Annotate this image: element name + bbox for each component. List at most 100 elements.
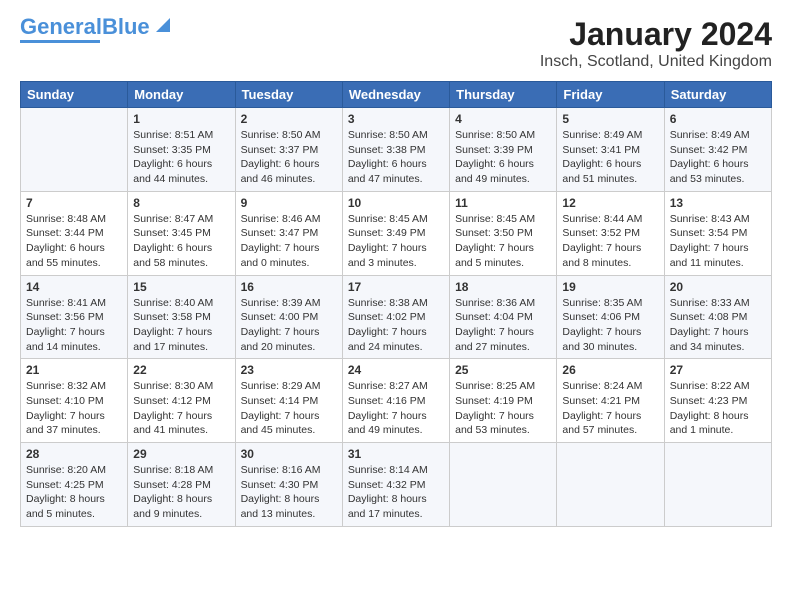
- day-number: 31: [348, 447, 444, 461]
- calendar-table: SundayMondayTuesdayWednesdayThursdayFrid…: [20, 81, 772, 527]
- calendar-week-row: 21 Sunrise: 8:32 AM Sunset: 4:10 PM Dayli…: [21, 359, 772, 443]
- day-info: Sunrise: 8:29 AM Sunset: 4:14 PM Dayligh…: [241, 379, 337, 438]
- calendar-cell: 31 Sunrise: 8:14 AM Sunset: 4:32 PM Dayli…: [342, 443, 449, 527]
- day-number: 15: [133, 280, 229, 294]
- calendar-cell: [557, 443, 664, 527]
- day-info: Sunrise: 8:47 AM Sunset: 3:45 PM Dayligh…: [133, 212, 229, 271]
- logo-line: [20, 40, 100, 43]
- day-info: Sunrise: 8:20 AM Sunset: 4:25 PM Dayligh…: [26, 463, 122, 522]
- calendar-cell: 23 Sunrise: 8:29 AM Sunset: 4:14 PM Dayli…: [235, 359, 342, 443]
- day-info: Sunrise: 8:24 AM Sunset: 4:21 PM Dayligh…: [562, 379, 658, 438]
- day-number: 29: [133, 447, 229, 461]
- calendar-cell: 15 Sunrise: 8:40 AM Sunset: 3:58 PM Dayli…: [128, 275, 235, 359]
- day-number: 17: [348, 280, 444, 294]
- day-info: Sunrise: 8:22 AM Sunset: 4:23 PM Dayligh…: [670, 379, 766, 438]
- calendar-cell: 9Sunrise: 8:46 AM Sunset: 3:47 PM Daylig…: [235, 191, 342, 275]
- day-info: Sunrise: 8:45 AM Sunset: 3:49 PM Dayligh…: [348, 212, 444, 271]
- calendar-cell: 3 Sunrise: 8:50 AM Sunset: 3:38 PM Daylig…: [342, 108, 449, 192]
- calendar-cell: 8 Sunrise: 8:47 AM Sunset: 3:45 PM Daylig…: [128, 191, 235, 275]
- day-number: 30: [241, 447, 337, 461]
- calendar-cell: 30 Sunrise: 8:16 AM Sunset: 4:30 PM Dayli…: [235, 443, 342, 527]
- calendar-cell: 24Sunrise: 8:27 AM Sunset: 4:16 PM Dayli…: [342, 359, 449, 443]
- calendar-cell: 7Sunrise: 8:48 AM Sunset: 3:44 PM Daylig…: [21, 191, 128, 275]
- day-info: Sunrise: 8:41 AM Sunset: 3:56 PM Dayligh…: [26, 296, 122, 355]
- header: GeneralBlue January 2024 Insch, Scotland…: [20, 16, 772, 71]
- day-info: Sunrise: 8:49 AM Sunset: 3:42 PM Dayligh…: [670, 128, 766, 187]
- calendar-cell: 25 Sunrise: 8:25 AM Sunset: 4:19 PM Dayli…: [450, 359, 557, 443]
- calendar-header-row: SundayMondayTuesdayWednesdayThursdayFrid…: [21, 82, 772, 108]
- day-number: 22: [133, 363, 229, 377]
- location: Insch, Scotland, United Kingdom: [540, 53, 772, 71]
- day-info: Sunrise: 8:38 AM Sunset: 4:02 PM Dayligh…: [348, 296, 444, 355]
- day-of-week-header: Sunday: [21, 82, 128, 108]
- day-number: 14: [26, 280, 122, 294]
- day-number: 1: [133, 112, 229, 126]
- page: GeneralBlue January 2024 Insch, Scotland…: [0, 0, 792, 612]
- calendar-week-row: 14 Sunrise: 8:41 AM Sunset: 3:56 PM Dayli…: [21, 275, 772, 359]
- calendar-cell: 10 Sunrise: 8:45 AM Sunset: 3:49 PM Dayli…: [342, 191, 449, 275]
- day-info: Sunrise: 8:36 AM Sunset: 4:04 PM Dayligh…: [455, 296, 551, 355]
- day-info: Sunrise: 8:50 AM Sunset: 3:38 PM Dayligh…: [348, 128, 444, 187]
- calendar-week-row: 28 Sunrise: 8:20 AM Sunset: 4:25 PM Dayli…: [21, 443, 772, 527]
- day-number: 19: [562, 280, 658, 294]
- day-info: Sunrise: 8:25 AM Sunset: 4:19 PM Dayligh…: [455, 379, 551, 438]
- logo-part2: Blue: [102, 14, 150, 39]
- month-title: January 2024: [540, 16, 772, 53]
- calendar-cell: 1Sunrise: 8:51 AM Sunset: 3:35 PM Daylig…: [128, 108, 235, 192]
- calendar-cell: 18 Sunrise: 8:36 AM Sunset: 4:04 PM Dayli…: [450, 275, 557, 359]
- logo: GeneralBlue: [20, 16, 174, 43]
- title-area: January 2024 Insch, Scotland, United Kin…: [540, 16, 772, 71]
- day-number: 6: [670, 112, 766, 126]
- day-number: 8: [133, 196, 229, 210]
- day-number: 12: [562, 196, 658, 210]
- calendar-cell: 5Sunrise: 8:49 AM Sunset: 3:41 PM Daylig…: [557, 108, 664, 192]
- logo-icon: [152, 14, 174, 36]
- day-of-week-header: Thursday: [450, 82, 557, 108]
- day-info: Sunrise: 8:35 AM Sunset: 4:06 PM Dayligh…: [562, 296, 658, 355]
- day-number: 13: [670, 196, 766, 210]
- calendar-cell: 27 Sunrise: 8:22 AM Sunset: 4:23 PM Dayli…: [664, 359, 771, 443]
- calendar-cell: [450, 443, 557, 527]
- day-number: 18: [455, 280, 551, 294]
- calendar-cell: 20 Sunrise: 8:33 AM Sunset: 4:08 PM Dayli…: [664, 275, 771, 359]
- calendar-week-row: 7Sunrise: 8:48 AM Sunset: 3:44 PM Daylig…: [21, 191, 772, 275]
- calendar-cell: 12 Sunrise: 8:44 AM Sunset: 3:52 PM Dayli…: [557, 191, 664, 275]
- day-info: Sunrise: 8:32 AM Sunset: 4:10 PM Dayligh…: [26, 379, 122, 438]
- calendar-cell: 2 Sunrise: 8:50 AM Sunset: 3:37 PM Daylig…: [235, 108, 342, 192]
- day-number: 20: [670, 280, 766, 294]
- day-number: 16: [241, 280, 337, 294]
- day-info: Sunrise: 8:14 AM Sunset: 4:32 PM Dayligh…: [348, 463, 444, 522]
- day-of-week-header: Wednesday: [342, 82, 449, 108]
- day-info: Sunrise: 8:39 AM Sunset: 4:00 PM Dayligh…: [241, 296, 337, 355]
- day-number: 11: [455, 196, 551, 210]
- day-info: Sunrise: 8:49 AM Sunset: 3:41 PM Dayligh…: [562, 128, 658, 187]
- day-info: Sunrise: 8:50 AM Sunset: 3:37 PM Dayligh…: [241, 128, 337, 187]
- day-number: 26: [562, 363, 658, 377]
- day-number: 23: [241, 363, 337, 377]
- day-number: 9: [241, 196, 337, 210]
- calendar-cell: 21 Sunrise: 8:32 AM Sunset: 4:10 PM Dayli…: [21, 359, 128, 443]
- day-info: Sunrise: 8:30 AM Sunset: 4:12 PM Dayligh…: [133, 379, 229, 438]
- day-info: Sunrise: 8:44 AM Sunset: 3:52 PM Dayligh…: [562, 212, 658, 271]
- day-info: Sunrise: 8:40 AM Sunset: 3:58 PM Dayligh…: [133, 296, 229, 355]
- day-info: Sunrise: 8:43 AM Sunset: 3:54 PM Dayligh…: [670, 212, 766, 271]
- day-number: 21: [26, 363, 122, 377]
- calendar-cell: 17 Sunrise: 8:38 AM Sunset: 4:02 PM Dayli…: [342, 275, 449, 359]
- day-of-week-header: Monday: [128, 82, 235, 108]
- day-number: 25: [455, 363, 551, 377]
- calendar-cell: 19 Sunrise: 8:35 AM Sunset: 4:06 PM Dayli…: [557, 275, 664, 359]
- day-info: Sunrise: 8:33 AM Sunset: 4:08 PM Dayligh…: [670, 296, 766, 355]
- day-number: 3: [348, 112, 444, 126]
- calendar-cell: 16 Sunrise: 8:39 AM Sunset: 4:00 PM Dayli…: [235, 275, 342, 359]
- day-number: 4: [455, 112, 551, 126]
- day-of-week-header: Friday: [557, 82, 664, 108]
- day-number: 10: [348, 196, 444, 210]
- day-number: 27: [670, 363, 766, 377]
- day-number: 2: [241, 112, 337, 126]
- logo-text: GeneralBlue: [20, 16, 150, 38]
- day-number: 28: [26, 447, 122, 461]
- day-info: Sunrise: 8:16 AM Sunset: 4:30 PM Dayligh…: [241, 463, 337, 522]
- day-number: 7: [26, 196, 122, 210]
- day-of-week-header: Saturday: [664, 82, 771, 108]
- day-of-week-header: Tuesday: [235, 82, 342, 108]
